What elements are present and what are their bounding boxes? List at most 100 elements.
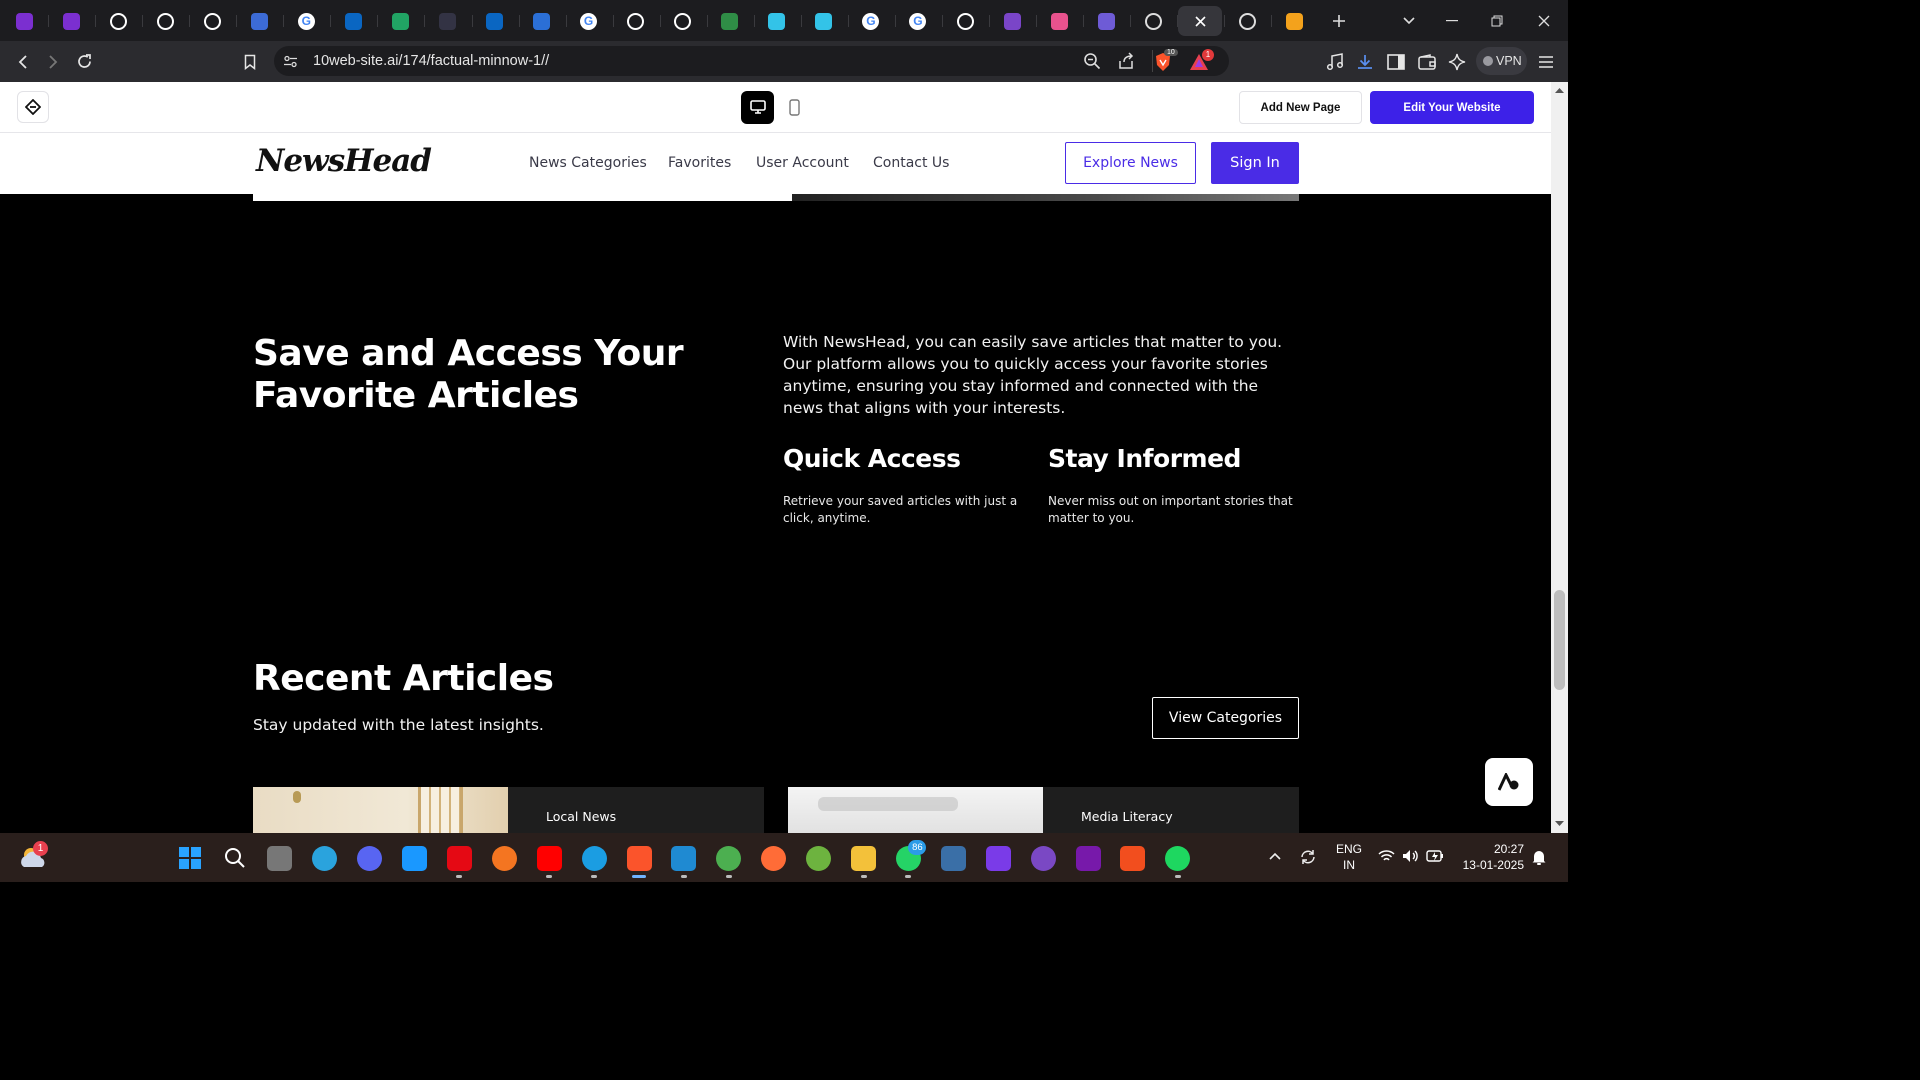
- sign-in-button[interactable]: Sign In: [1211, 142, 1299, 184]
- browser-tab[interactable]: G: [849, 6, 893, 36]
- forward-button[interactable]: [38, 41, 68, 82]
- taskbar-app[interactable]: [1027, 842, 1059, 874]
- url-text[interactable]: 10web-site.ai/174/factual-minnow-1//: [313, 53, 549, 69]
- taskbar-app[interactable]: [1072, 842, 1104, 874]
- ai-assistant-button[interactable]: [1485, 758, 1533, 806]
- battery-icon[interactable]: [1426, 850, 1444, 862]
- language-line2[interactable]: IN: [1336, 858, 1362, 872]
- taskbar-app[interactable]: [399, 842, 431, 874]
- taskbar-app[interactable]: [623, 842, 655, 878]
- browser-tab[interactable]: G: [896, 6, 940, 36]
- article-card[interactable]: Media Literacy: [788, 787, 1299, 833]
- minimize-button[interactable]: [1429, 0, 1475, 41]
- taskbar-app[interactable]: [578, 842, 610, 878]
- taskbar-app[interactable]: [219, 842, 251, 874]
- notification-bell-icon[interactable]: [1532, 849, 1546, 865]
- taskbar-app[interactable]: [848, 842, 880, 878]
- wallet-button[interactable]: [1412, 41, 1442, 82]
- taskbar-app[interactable]: [982, 842, 1014, 874]
- browser-tab[interactable]: [378, 6, 422, 36]
- taskbar-app[interactable]: [309, 842, 341, 874]
- restore-button[interactable]: [1474, 0, 1520, 41]
- page-scrollbar[interactable]: [1551, 82, 1568, 833]
- browser-tab[interactable]: [473, 6, 517, 36]
- weather-widget[interactable]: 1: [18, 841, 50, 874]
- article-card[interactable]: Local News: [253, 787, 764, 833]
- taskbar-app[interactable]: [758, 842, 790, 874]
- back-button[interactable]: [8, 41, 38, 82]
- wifi-icon[interactable]: [1378, 849, 1395, 863]
- add-new-page-button[interactable]: Add New Page: [1239, 91, 1362, 124]
- browser-tab[interactable]: [1225, 6, 1269, 36]
- browser-tab[interactable]: [943, 6, 987, 36]
- taskbar-app[interactable]: [713, 842, 745, 878]
- address-bar[interactable]: 10web-site.ai/174/factual-minnow-1// 10 …: [274, 46, 1229, 76]
- browser-tab[interactable]: [520, 6, 564, 36]
- browser-tab[interactable]: [49, 6, 93, 36]
- new-tab-button[interactable]: [1316, 0, 1362, 41]
- explore-news-button[interactable]: Explore News: [1065, 142, 1196, 184]
- vpn-button[interactable]: VPN: [1476, 47, 1527, 75]
- browser-tab[interactable]: [1272, 6, 1316, 36]
- sync-icon[interactable]: [1298, 847, 1318, 867]
- browser-tab[interactable]: [1084, 6, 1128, 36]
- taskbar-app[interactable]: [803, 842, 835, 874]
- browser-tab[interactable]: [425, 6, 469, 36]
- browser-tab[interactable]: G: [284, 6, 328, 36]
- edit-website-button[interactable]: Edit Your Website: [1370, 91, 1534, 124]
- browser-tab[interactable]: G: [567, 6, 611, 36]
- browser-tab[interactable]: [802, 6, 846, 36]
- close-window-button[interactable]: [1521, 0, 1567, 41]
- chevron-up-icon[interactable]: [1268, 851, 1282, 861]
- browser-tab[interactable]: [1131, 6, 1175, 36]
- browser-tab[interactable]: [661, 6, 705, 36]
- site-settings-icon[interactable]: [283, 54, 298, 69]
- downloads-button[interactable]: [1350, 41, 1380, 82]
- clock-time[interactable]: 20:27: [1476, 842, 1524, 856]
- taskbar-app[interactable]: [668, 842, 700, 878]
- browser-tab[interactable]: [143, 6, 187, 36]
- nav-contact-us[interactable]: Contact Us: [873, 155, 949, 171]
- scroll-down-arrow-icon[interactable]: [1555, 821, 1564, 827]
- nav-user-account[interactable]: User Account: [756, 155, 849, 171]
- browser-tab[interactable]: [614, 6, 658, 36]
- taskbar-app[interactable]: 86: [892, 840, 927, 878]
- taskbar-app[interactable]: [354, 842, 386, 874]
- zoom-icon[interactable]: [1083, 52, 1101, 70]
- taskbar-app[interactable]: [174, 842, 206, 874]
- taskbar-app[interactable]: [488, 842, 520, 874]
- scroll-up-arrow-icon[interactable]: [1555, 87, 1564, 93]
- taskbar-app[interactable]: [1162, 842, 1194, 878]
- browser-tab[interactable]: [1178, 6, 1223, 36]
- browser-tab[interactable]: [708, 6, 752, 36]
- browser-tab[interactable]: [755, 6, 799, 36]
- browser-tab[interactable]: [2, 6, 46, 36]
- clock-date[interactable]: 13-01-2025: [1456, 858, 1524, 872]
- language-line1[interactable]: ENG: [1336, 842, 1362, 856]
- menu-button[interactable]: [1531, 41, 1561, 82]
- leo-ai-button[interactable]: [1442, 41, 1472, 82]
- browser-tab[interactable]: [237, 6, 281, 36]
- reload-button[interactable]: [69, 41, 99, 82]
- media-button[interactable]: [1320, 41, 1350, 82]
- nav-news-categories[interactable]: News Categories: [529, 155, 647, 171]
- nav-favorites[interactable]: Favorites: [668, 155, 731, 171]
- taskbar-app[interactable]: [264, 842, 296, 874]
- browser-tab[interactable]: [1037, 6, 1081, 36]
- browser-tab[interactable]: [96, 6, 140, 36]
- browser-tab[interactable]: [990, 6, 1034, 36]
- tab-search-button[interactable]: [1386, 0, 1432, 41]
- taskbar-app[interactable]: [533, 842, 565, 878]
- taskbar-app[interactable]: [937, 842, 969, 874]
- share-icon[interactable]: [1117, 52, 1135, 70]
- mobile-view-button[interactable]: [780, 91, 808, 124]
- browser-tab[interactable]: [331, 6, 375, 36]
- taskbar-app[interactable]: [443, 842, 475, 878]
- site-logo[interactable]: NewsHead: [256, 143, 432, 179]
- taskbar-app[interactable]: [1117, 842, 1149, 874]
- browser-tab[interactable]: [190, 6, 234, 36]
- bookmark-button[interactable]: [235, 41, 265, 82]
- volume-icon[interactable]: [1402, 849, 1419, 863]
- sidebar-toggle-button[interactable]: [1381, 41, 1411, 82]
- scrollbar-thumb[interactable]: [1554, 590, 1565, 690]
